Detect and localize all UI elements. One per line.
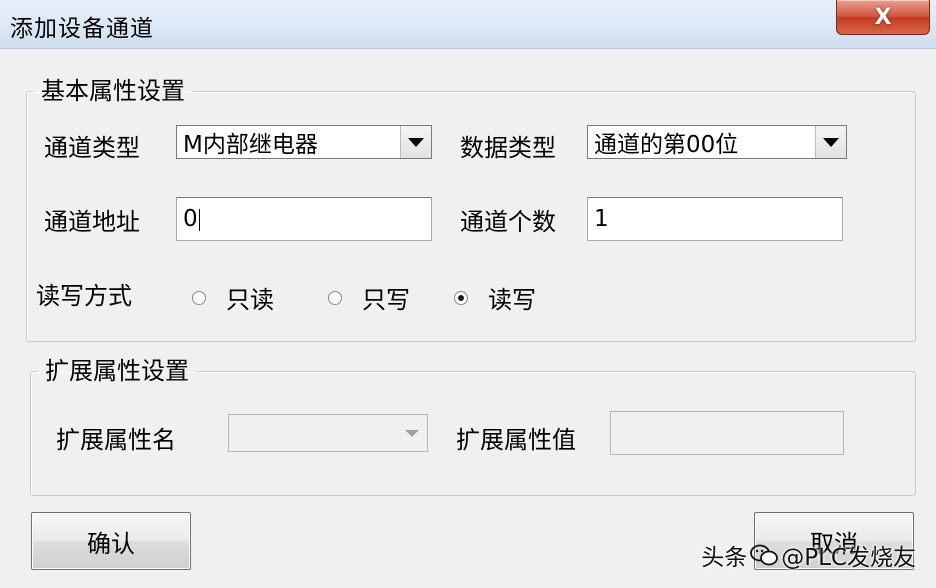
close-button[interactable]: X [836,0,930,35]
window-title: 添加设备通道 [10,16,154,42]
rw-mode-label: 读写方式 [36,282,132,310]
channel-count-label: 通道个数 [460,208,556,236]
ext-attr-value-input[interactable] [610,411,844,455]
radio-write-only-label: 只写 [362,286,410,314]
ext-attr-name-select[interactable] [228,414,428,452]
data-type-label: 数据类型 [460,134,556,162]
close-icon: X [874,4,892,30]
channel-address-label: 通道地址 [44,208,140,236]
ext-attr-name-dropdown-button[interactable] [397,415,427,451]
channel-type-dropdown-button[interactable] [400,126,431,158]
ext-attr-value-label: 扩展属性值 [456,426,576,454]
radio-read-only-label: 只读 [226,286,274,314]
ext-attr-name-label: 扩展属性名 [56,426,176,454]
channel-type-select[interactable]: M内部继电器 [176,125,432,159]
data-type-dropdown-button[interactable] [815,126,846,158]
channel-count-value: 1 [594,206,609,232]
radio-read-only[interactable]: 只读 [192,280,274,315]
channel-type-value: M内部继电器 [183,132,318,158]
channel-count-input[interactable]: 1 [587,197,843,241]
radio-read-write[interactable]: 读写 [454,280,536,315]
watermark-prefix: 头条 [701,545,748,571]
radio-read-write-label: 读写 [488,286,536,314]
channel-address-value: 0 [183,206,198,232]
data-type-select[interactable]: 通道的第00位 [587,125,847,159]
data-type-value: 通道的第00位 [594,132,739,158]
channel-address-input[interactable]: 0 [176,197,432,241]
text-caret [198,208,200,231]
radio-circle-icon[interactable] [328,290,342,305]
confirm-button[interactable]: 确认 [31,512,191,570]
basic-settings-legend: 基本属性设置 [41,77,185,105]
extended-settings-legend: 扩展属性设置 [45,357,189,385]
chevron-down-icon [823,137,839,147]
watermark-handle: @PLC发烧友 [781,545,916,571]
radio-write-only[interactable]: 只写 [328,280,410,315]
dialog-body: 基本属性设置 通道类型 M内部继电器 数据类型 通道的第00位 通道地址 0 通… [6,52,930,584]
radio-circle-icon[interactable] [192,290,206,305]
radio-checked-icon[interactable] [454,290,468,305]
wechat-icon [750,544,779,566]
title-bar: 添加设备通道 X [0,0,936,49]
watermark: 头条 @PLC发烧友 [701,538,916,572]
chevron-down-icon [408,137,424,147]
chevron-down-icon [405,429,419,437]
channel-type-label: 通道类型 [44,134,140,162]
